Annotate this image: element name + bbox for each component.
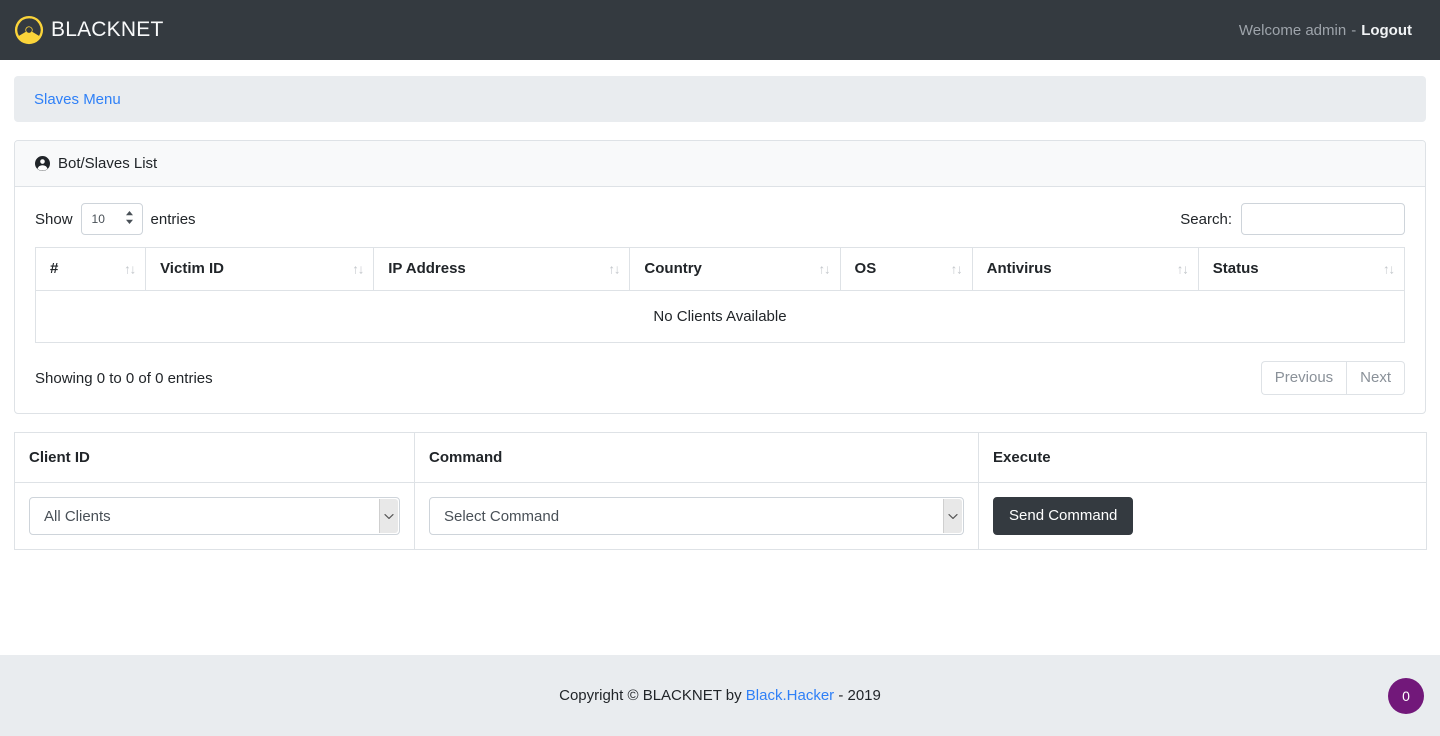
- pagination: Previous Next: [1260, 361, 1405, 395]
- column-header-victim-id[interactable]: Victim ID ↑↓: [145, 247, 375, 291]
- notification-count: 0: [1402, 688, 1410, 704]
- send-command-button[interactable]: Send Command: [993, 497, 1134, 535]
- command-cell: Select Command: [414, 482, 979, 550]
- sort-icon: ↑↓: [950, 261, 963, 277]
- execute-cell: Send Command: [978, 482, 1427, 550]
- navbar-separator: -: [1351, 21, 1357, 39]
- column-header-label: Status: [1212, 260, 1259, 277]
- entries-label: entries: [150, 210, 196, 228]
- datatable-footer: Showing 0 to 0 of 0 entries Previous Nex…: [35, 343, 1405, 395]
- column-header-country[interactable]: Country ↑↓: [629, 247, 841, 291]
- notification-badge[interactable]: 0: [1388, 678, 1424, 714]
- command-panel-table: Client ID Command Execute All Clients Se…: [14, 432, 1427, 550]
- entries-per-page-select[interactable]: 10: [80, 203, 143, 235]
- column-header-label: IP Address: [388, 260, 466, 277]
- column-header-label: OS: [854, 260, 877, 277]
- column-header-index[interactable]: # ↑↓: [34, 247, 147, 291]
- logout-link[interactable]: Logout: [1361, 22, 1412, 39]
- table-header-row: # ↑↓ Victim ID ↑↓ IP Address ↑↓ Country …: [34, 247, 1406, 291]
- bots-table: # ↑↓ Victim ID ↑↓ IP Address ↑↓ Country …: [34, 247, 1406, 343]
- card-header-title: Bot/Slaves List: [58, 155, 158, 172]
- page-container: Slaves Menu Bot/Slaves List Show 10 entr…: [14, 60, 1427, 550]
- sort-icon: ↑↓: [352, 261, 364, 277]
- chevron-down-icon: [379, 499, 398, 533]
- updown-arrows-icon: [125, 210, 134, 228]
- user-circle-icon: [35, 156, 50, 171]
- radiation-icon: [14, 15, 44, 45]
- command-header-client-id: Client ID: [14, 432, 415, 483]
- breadcrumb: Slaves Menu: [14, 76, 1426, 122]
- sort-icon: ↑↓: [608, 261, 620, 277]
- sort-icon: ↑↓: [818, 261, 831, 277]
- entries-per-page-value: 10: [91, 212, 105, 226]
- column-header-ip-address[interactable]: IP Address ↑↓: [373, 247, 631, 291]
- footer-text-after: - 2019: [838, 687, 881, 704]
- client-id-select[interactable]: All Clients: [29, 497, 400, 535]
- column-header-label: #: [50, 260, 59, 277]
- datatable-controls: Show 10 entries Search:: [35, 203, 1405, 247]
- table-empty-row: No Clients Available: [35, 290, 1405, 343]
- datatable-filter-control: Search:: [1180, 203, 1405, 235]
- column-header-label: Victim ID: [160, 260, 224, 277]
- client-id-cell: All Clients: [14, 482, 415, 550]
- welcome-text: Welcome admin: [1238, 21, 1347, 39]
- chevron-down-icon: [943, 499, 962, 533]
- datatable-info: Showing 0 to 0 of 0 entries: [35, 369, 213, 387]
- bot-slaves-card: Bot/Slaves List Show 10 entries Search: …: [14, 140, 1426, 414]
- footer-text-before: Copyright © BLACKNET by: [559, 687, 742, 704]
- search-input[interactable]: [1241, 203, 1405, 235]
- breadcrumb-item-slaves-menu[interactable]: Slaves Menu: [34, 91, 121, 108]
- brand-text: BLACKNET: [51, 18, 164, 41]
- column-header-label: Antivirus: [986, 260, 1052, 277]
- command-header-execute: Execute: [978, 432, 1427, 483]
- command-header-command: Command: [414, 432, 979, 483]
- pagination-previous-button[interactable]: Previous: [1260, 361, 1347, 395]
- sort-icon: ↑↓: [1176, 261, 1189, 277]
- show-label: Show: [35, 210, 73, 228]
- sort-icon: ↑↓: [124, 261, 136, 277]
- column-header-status[interactable]: Status ↑↓: [1197, 247, 1406, 291]
- column-header-os[interactable]: OS ↑↓: [839, 247, 973, 291]
- command-header-row: Client ID Command Execute: [14, 432, 1427, 483]
- navbar-user-area: Welcome admin - Logout: [1239, 22, 1424, 39]
- pagination-next-button[interactable]: Next: [1346, 361, 1405, 395]
- command-select[interactable]: Select Command: [429, 497, 964, 535]
- brand-link[interactable]: BLACKNET: [14, 15, 163, 45]
- card-header: Bot/Slaves List: [15, 141, 1425, 187]
- column-header-antivirus[interactable]: Antivirus ↑↓: [971, 247, 1199, 291]
- top-navbar: BLACKNET Welcome admin - Logout: [0, 0, 1440, 60]
- command-select-value: Select Command: [444, 507, 560, 525]
- page-footer: Copyright © BLACKNET by Black.Hacker - 2…: [0, 655, 1440, 736]
- sort-icon: ↑↓: [1383, 261, 1395, 277]
- datatable-length-control: Show 10 entries: [35, 203, 196, 235]
- search-label: Search:: [1180, 210, 1232, 228]
- command-row: All Clients Select Command Send Command: [14, 482, 1427, 550]
- column-header-label: Country: [644, 260, 702, 277]
- card-body: Show 10 entries Search: # ↑↓ Victim ID ↑…: [15, 187, 1425, 413]
- footer-author-link[interactable]: Black.Hacker: [746, 687, 834, 704]
- empty-message: No Clients Available: [35, 290, 1405, 343]
- client-id-select-value: All Clients: [44, 507, 111, 525]
